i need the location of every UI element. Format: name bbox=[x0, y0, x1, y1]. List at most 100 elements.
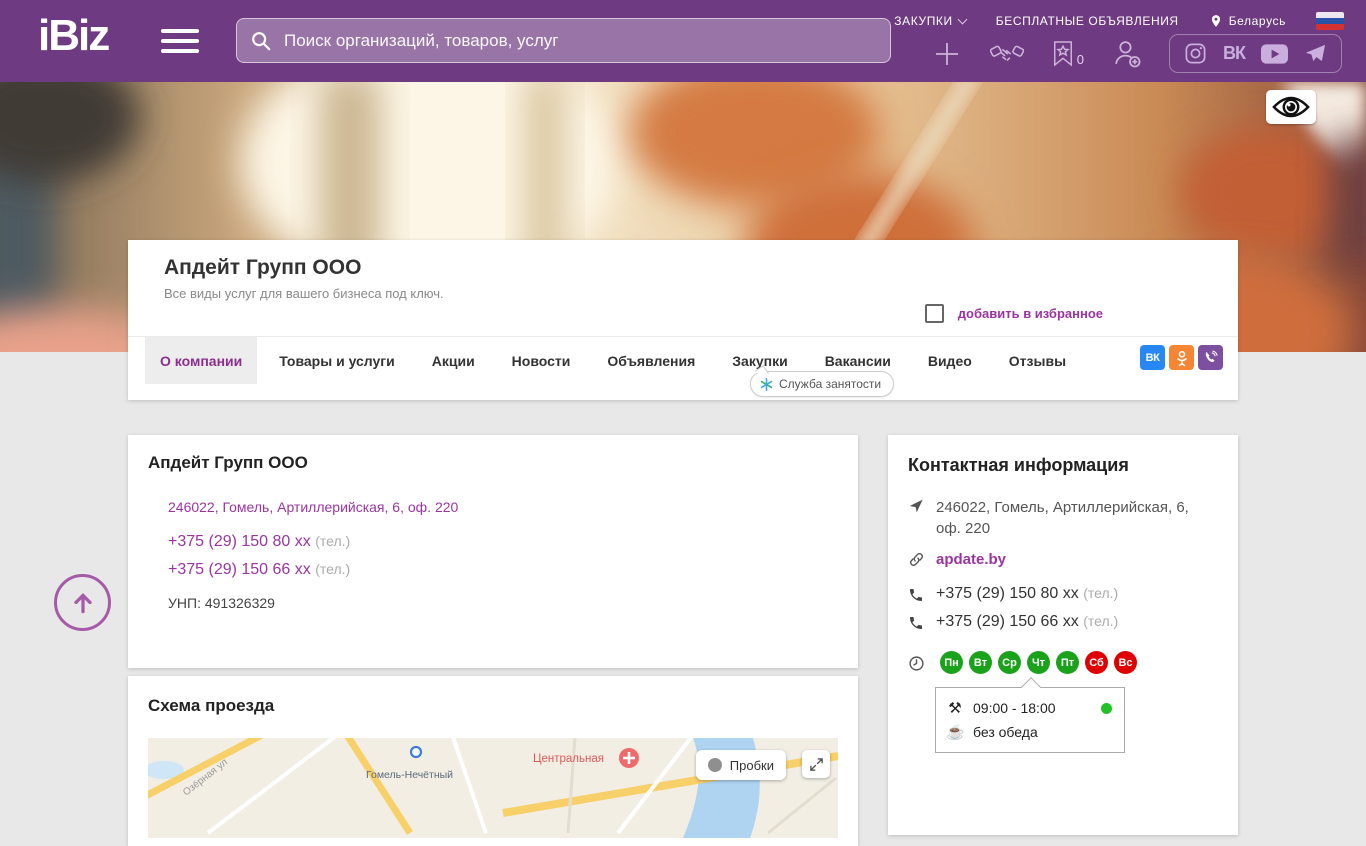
add-user-icon[interactable] bbox=[1112, 39, 1141, 68]
company-header-card: Апдейт Групп ООО Все виды услуг для ваше… bbox=[128, 240, 1238, 400]
instagram-icon[interactable] bbox=[1184, 42, 1207, 65]
contact-phone-row[interactable]: +375 (29) 150 66 xx (тел.) bbox=[908, 613, 1118, 631]
header-icon-row: 0 ВК bbox=[932, 34, 1342, 73]
map-card: Схема проезда Озёрная ул Гомель-Нечётный… bbox=[128, 676, 858, 846]
contact-card-title: Контактная информация bbox=[908, 455, 1129, 475]
odnoklassniki-icon[interactable] bbox=[1169, 345, 1194, 370]
schedule-hours-row: ⚒ 09:00 - 18:00 bbox=[946, 696, 1114, 720]
navigation-icon bbox=[908, 498, 926, 514]
header: iBiz ЗАКУПКИ БЕСПЛАТНЫЕ ОБЪЯВЛЕНИЯ Белар… bbox=[0, 0, 1366, 82]
map[interactable]: Озёрная ул Гомель-Нечётный Центральная П… bbox=[148, 738, 838, 838]
phone-number: +375 (29) 150 66 xx bbox=[936, 613, 1079, 630]
location-selector[interactable]: Беларусь bbox=[1209, 14, 1286, 28]
phone-link[interactable]: +375 (29) 150 80 xx (тел.) bbox=[168, 533, 350, 551]
company-tabs: О компании Товары и услуги Акции Новости… bbox=[128, 336, 1238, 384]
menu-icon[interactable] bbox=[161, 29, 199, 59]
tab-reviews[interactable]: Отзывы bbox=[994, 337, 1081, 384]
day-badge-sat[interactable]: Сб bbox=[1085, 651, 1108, 674]
eye-icon bbox=[1272, 96, 1310, 118]
phone-number: +375 (29) 150 80 xx bbox=[168, 533, 311, 550]
phone-number: +375 (29) 150 66 xx bbox=[168, 561, 311, 578]
employment-service-icon bbox=[760, 377, 773, 391]
employment-service-badge[interactable]: Служба занятости bbox=[750, 371, 895, 397]
map-station-marker bbox=[409, 745, 423, 759]
phone-icon bbox=[908, 587, 926, 603]
phone-link[interactable]: +375 (29) 150 66 xx (тел.) bbox=[168, 561, 350, 579]
phone-note: (тел.) bbox=[315, 561, 351, 577]
add-company-icon[interactable] bbox=[932, 39, 962, 69]
chevron-down-icon bbox=[957, 14, 968, 25]
expand-icon bbox=[809, 757, 823, 771]
tab-video[interactable]: Видео bbox=[913, 337, 987, 384]
free-ads-link[interactable]: БЕСПЛАТНЫЕ ОБЪЯВЛЕНИЯ bbox=[996, 14, 1179, 28]
free-ads-label: БЕСПЛАТНЫЕ ОБЪЯВЛЕНИЯ bbox=[995, 14, 1179, 28]
coffee-icon: ☕ bbox=[946, 724, 965, 741]
phone-note: (тел.) bbox=[1083, 613, 1119, 629]
company-info-card: Апдейт Групп ООО 246022, Гомель, Артилле… bbox=[128, 435, 858, 668]
day-badge-fri[interactable]: Пт bbox=[1056, 651, 1079, 674]
schedule-hours: 09:00 - 18:00 bbox=[973, 700, 1056, 716]
day-badge-wed[interactable]: Ср bbox=[998, 651, 1021, 674]
company-name: Апдейт Групп ООО bbox=[164, 256, 362, 279]
favorite-checkbox[interactable] bbox=[924, 304, 944, 323]
youtube-icon[interactable] bbox=[1261, 43, 1288, 64]
tab-ads[interactable]: Объявления bbox=[592, 337, 710, 384]
contact-phone-row[interactable]: +375 (29) 150 80 xx (тел.) bbox=[908, 585, 1118, 603]
day-badge-tue[interactable]: Вт bbox=[969, 651, 992, 674]
contact-website-row[interactable]: apdate.by bbox=[908, 550, 1006, 568]
traffic-button[interactable]: Пробки bbox=[695, 750, 786, 780]
company-address-link[interactable]: 246022, Гомель, Артиллерийская, 6, оф. 2… bbox=[168, 499, 458, 515]
bookmarks-count: 0 bbox=[1076, 52, 1084, 67]
bookmarks-icon[interactable]: 0 bbox=[1052, 40, 1084, 67]
link-icon bbox=[908, 551, 926, 568]
employment-service-label: Служба занятости bbox=[779, 377, 882, 391]
phone-note: (тел.) bbox=[1083, 585, 1119, 601]
search-bar bbox=[236, 18, 891, 63]
schedule-tooltip: ⚒ 09:00 - 18:00 ☕ без обеда bbox=[935, 687, 1125, 753]
search-input[interactable] bbox=[282, 29, 877, 52]
day-badge-thu[interactable]: Чт bbox=[1027, 651, 1050, 674]
handshake-icon[interactable] bbox=[989, 40, 1024, 68]
clock-icon bbox=[908, 655, 926, 672]
open-now-indicator bbox=[1101, 703, 1112, 714]
language-flag-russian[interactable] bbox=[1316, 12, 1344, 30]
map-label-district: Гомель-Нечётный bbox=[366, 769, 453, 781]
vk-icon[interactable]: ВК bbox=[1223, 43, 1246, 64]
up-arrow-icon bbox=[73, 592, 92, 613]
tab-about[interactable]: О компании bbox=[145, 337, 258, 384]
schedule-lunch: без обеда bbox=[973, 724, 1038, 740]
pin-icon bbox=[1211, 15, 1220, 27]
company-tagline: Все виды услуг для вашего бизнеса под кл… bbox=[164, 286, 444, 301]
add-to-favorites[interactable]: добавить в избранное bbox=[924, 304, 1103, 323]
map-label-central: Центральная bbox=[533, 753, 604, 765]
traffic-light-icon bbox=[707, 758, 722, 772]
tools-icon: ⚒ bbox=[948, 700, 962, 717]
phone-icon bbox=[908, 615, 926, 631]
day-badges: Пн Вт Ср Чт Пт Сб Вс bbox=[940, 651, 1137, 674]
logo[interactable]: iBiz bbox=[38, 11, 110, 61]
favorite-label: добавить в избранное bbox=[957, 306, 1103, 321]
scroll-to-top-button[interactable] bbox=[54, 574, 111, 631]
contact-address-row: 246022, Гомель, Артиллерийская, 6, оф. 2… bbox=[908, 497, 1214, 539]
day-badge-mon[interactable]: Пн bbox=[940, 651, 963, 674]
accessibility-version-button[interactable] bbox=[1266, 90, 1316, 124]
contact-address[interactable]: 246022, Гомель, Артиллерийская, 6, оф. 2… bbox=[936, 497, 1214, 539]
contact-info-card: Контактная информация 246022, Гомель, Ар… bbox=[888, 435, 1238, 835]
phone-number: +375 (29) 150 80 xx bbox=[936, 585, 1079, 602]
map-expand-button[interactable] bbox=[802, 750, 830, 778]
top-nav: ЗАКУПКИ БЕСПЛАТНЫЕ ОБЪЯВЛЕНИЯ Беларусь bbox=[894, 12, 1344, 30]
company-unp: УНП: 491326329 bbox=[168, 595, 275, 611]
tab-news[interactable]: Новости bbox=[497, 337, 586, 384]
tab-promotions[interactable]: Акции bbox=[417, 337, 490, 384]
location-label: Беларусь bbox=[1228, 14, 1286, 28]
tab-products[interactable]: Товары и услуги bbox=[264, 337, 409, 384]
website-link[interactable]: apdate.by bbox=[936, 551, 1006, 568]
map-card-title: Схема проезда bbox=[148, 696, 275, 715]
viber-icon[interactable] bbox=[1198, 345, 1223, 370]
day-badge-sun[interactable]: Вс bbox=[1114, 651, 1137, 674]
zakupki-menu[interactable]: ЗАКУПКИ bbox=[894, 14, 968, 28]
telegram-icon[interactable] bbox=[1304, 42, 1327, 65]
company-social-links: ВК bbox=[1140, 345, 1223, 370]
vk-icon[interactable]: ВК bbox=[1140, 345, 1165, 370]
schedule-lunch-row: ☕ без обеда bbox=[946, 720, 1114, 744]
